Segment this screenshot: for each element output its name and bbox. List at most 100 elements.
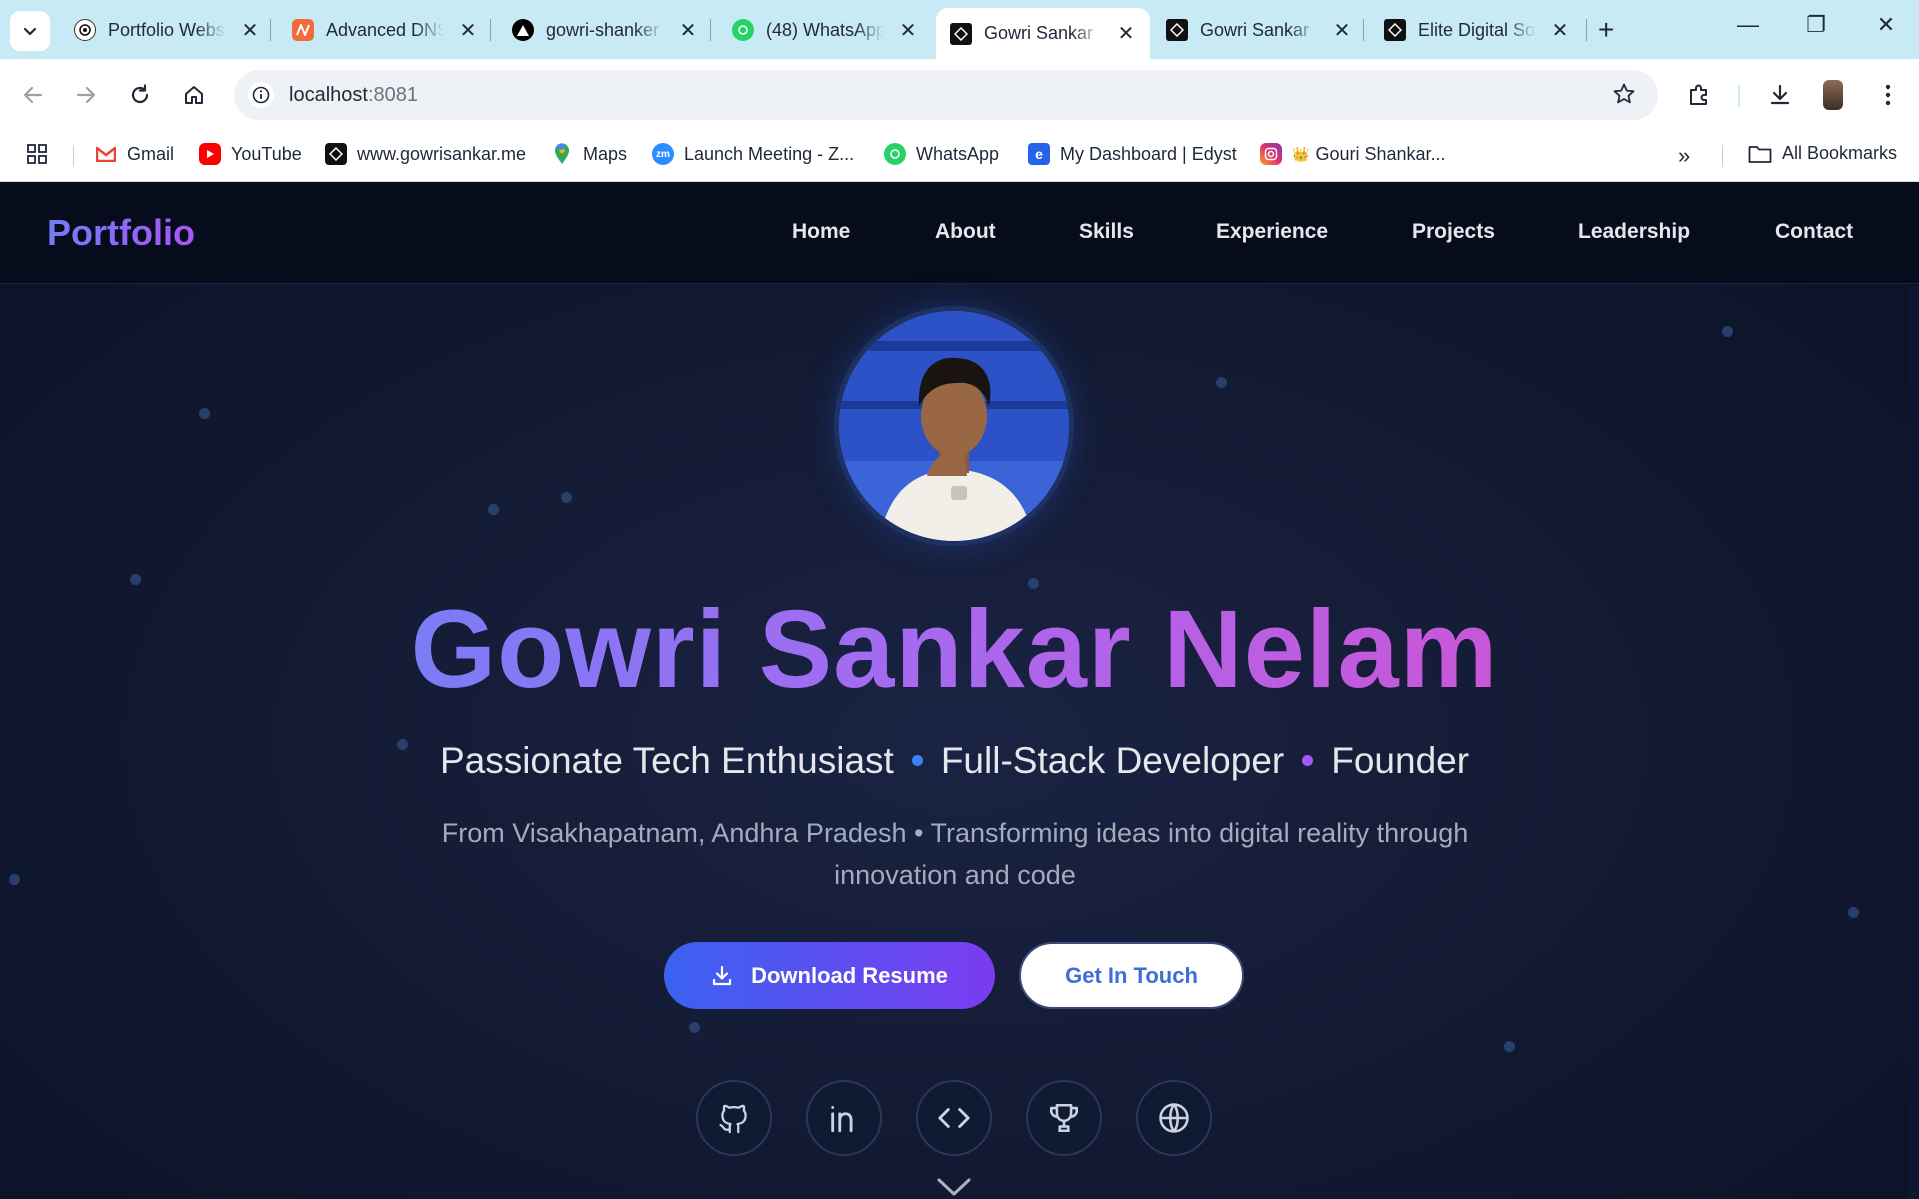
hero-description: From Visakhapatnam, Andhra Pradesh • Tra… (441, 818, 1469, 890)
bookmark-label: My Dashboard | Edyst (1060, 143, 1237, 164)
site-logo-icon (1384, 19, 1406, 41)
particle-dot (9, 874, 20, 885)
bookmark-maps[interactable]: Maps (551, 143, 627, 165)
url-text[interactable]: localhost:8081 (289, 84, 418, 107)
portfolio-page: Portfolio Home About Skills Experience P… (0, 182, 1919, 1199)
bookmark-star-icon[interactable] (1612, 82, 1636, 111)
puzzle-icon (1690, 84, 1707, 105)
hero-name: Gowri Sankar Nelam (0, 586, 1909, 713)
bookmark-label: WhatsApp (916, 143, 1000, 164)
close-tab-icon[interactable]: ✕ (898, 18, 918, 43)
site-logo-icon (950, 22, 972, 45)
close-window-icon[interactable]: ✕ (1868, 12, 1904, 38)
download-icon (1770, 84, 1790, 105)
bookmark-label: Launch Meeting - Z... (684, 143, 855, 164)
site-logo[interactable]: Portfolio (47, 212, 195, 254)
tab-gowri-sankar-active[interactable]: Gowri Sankar ✕ (936, 8, 1150, 59)
close-tab-icon[interactable]: ✕ (1116, 21, 1136, 46)
bookmark-label: Gouri Shankar... (1315, 143, 1446, 164)
bookmarks-overflow-icon[interactable]: » (1678, 143, 1690, 169)
tab-portfolio-website[interactable]: Portfolio Website ✕ (60, 9, 274, 51)
nav-link-projects[interactable]: Projects (1412, 220, 1495, 244)
nav-link-skills[interactable]: Skills (1079, 220, 1134, 244)
home-icon (185, 86, 203, 104)
profile-avatar[interactable] (1823, 80, 1843, 110)
zoom-icon: zm (652, 143, 674, 165)
back-button[interactable] (15, 77, 51, 113)
code-link[interactable] (916, 1080, 992, 1156)
extensions-button[interactable] (1681, 77, 1717, 113)
get-in-touch-label: Get In Touch (1065, 962, 1198, 988)
whatsapp-icon (884, 143, 906, 165)
tab-title: (48) WhatsApp (766, 19, 884, 40)
bookmark-gowrisankar[interactable]: www.gowrisankar.me (325, 143, 526, 165)
browser-menu-button[interactable] (1870, 77, 1906, 113)
bullet-dot (911, 754, 923, 766)
bookmark-youtube[interactable]: YouTube (199, 143, 302, 165)
all-bookmarks-button[interactable]: All Bookmarks (1748, 143, 1897, 164)
bookmark-zoom[interactable]: zm Launch Meeting - Z... (652, 143, 854, 165)
close-tab-icon[interactable]: ✕ (678, 18, 698, 43)
website-link[interactable] (1136, 1080, 1212, 1156)
whatsapp-icon (732, 19, 754, 41)
bookmark-instagram[interactable]: 👑 Gouri Shankar... (1260, 143, 1446, 165)
bookmark-label: Gmail (127, 143, 175, 164)
arrow-right-icon (76, 86, 96, 104)
tab-strip: Portfolio Website ✕ Advanced DNS ✕ gowri… (0, 0, 1919, 59)
bullet-dot (1302, 754, 1314, 766)
download-resume-button[interactable]: Download Resume (664, 942, 995, 1009)
nav-link-experience[interactable]: Experience (1216, 220, 1328, 244)
bookmark-whatsapp[interactable]: WhatsApp (884, 143, 999, 165)
minimize-icon[interactable]: — (1730, 12, 1766, 38)
tab-title: Gowri Sankar (984, 23, 1094, 43)
linkedin-link[interactable] (806, 1080, 882, 1156)
address-bar[interactable]: localhost:8081 (234, 70, 1658, 120)
tab-gowri-sankar[interactable]: Gowri Sankar ✕ (1152, 9, 1366, 51)
new-tab-button[interactable]: + (1598, 14, 1614, 46)
folder-icon (1748, 145, 1772, 163)
close-tab-icon[interactable]: ✕ (1550, 18, 1570, 43)
more-vertical-icon (1885, 84, 1891, 106)
particle-dot (1848, 907, 1859, 918)
tab-title: Elite Digital Solutions (1418, 19, 1536, 40)
restore-icon[interactable]: ❐ (1798, 12, 1834, 38)
bookmark-label: Maps (583, 143, 628, 164)
close-tab-icon[interactable]: ✕ (458, 18, 478, 43)
page-scrollbar[interactable] (1909, 286, 1919, 1199)
downloads-button[interactable] (1762, 77, 1798, 113)
nav-link-leadership[interactable]: Leadership (1578, 220, 1690, 244)
scroll-down-indicator[interactable] (936, 1177, 972, 1199)
nav-link-home[interactable]: Home (792, 220, 850, 244)
chevron-down-icon (23, 27, 37, 36)
tab-search-button[interactable] (10, 11, 50, 51)
role-text: Full-Stack Developer (940, 740, 1285, 781)
arrow-left-icon (23, 86, 43, 104)
close-tab-icon[interactable]: ✕ (240, 18, 260, 43)
close-tab-icon[interactable]: ✕ (1332, 18, 1352, 43)
site-logo-icon (1166, 19, 1188, 41)
instagram-icon (1260, 143, 1282, 165)
site-info-icon[interactable] (248, 82, 274, 108)
tab-advanced-dns[interactable]: Advanced DNS ✕ (278, 9, 492, 51)
nav-link-contact[interactable]: Contact (1775, 220, 1853, 244)
browser-toolbar: localhost:8081 (0, 59, 1919, 130)
particle-dot (488, 504, 499, 515)
get-in-touch-button[interactable]: Get In Touch (1019, 942, 1244, 1009)
url-port: :8081 (367, 84, 418, 106)
nav-link-about[interactable]: About (935, 220, 996, 244)
forward-button[interactable] (68, 77, 104, 113)
reload-button[interactable] (122, 77, 158, 113)
tab-elite-digital[interactable]: Elite Digital Solutions ✕ (1370, 9, 1584, 51)
achievements-link[interactable] (1026, 1080, 1102, 1156)
bookmark-label: www.gowrisankar.me (357, 143, 527, 164)
tab-whatsapp[interactable]: (48) WhatsApp ✕ (718, 9, 932, 51)
home-button[interactable] (176, 77, 212, 113)
particle-dot (199, 408, 210, 419)
apps-button[interactable] (26, 143, 48, 165)
vercel-icon (512, 19, 534, 41)
bookmark-gmail[interactable]: Gmail (95, 143, 174, 165)
github-link[interactable] (696, 1080, 772, 1156)
tab-gowri-shanker[interactable]: gowri-shanker ✕ (498, 9, 712, 51)
trophy-icon (1049, 1103, 1079, 1133)
bookmark-edyst[interactable]: e My Dashboard | Edyst (1028, 143, 1237, 165)
